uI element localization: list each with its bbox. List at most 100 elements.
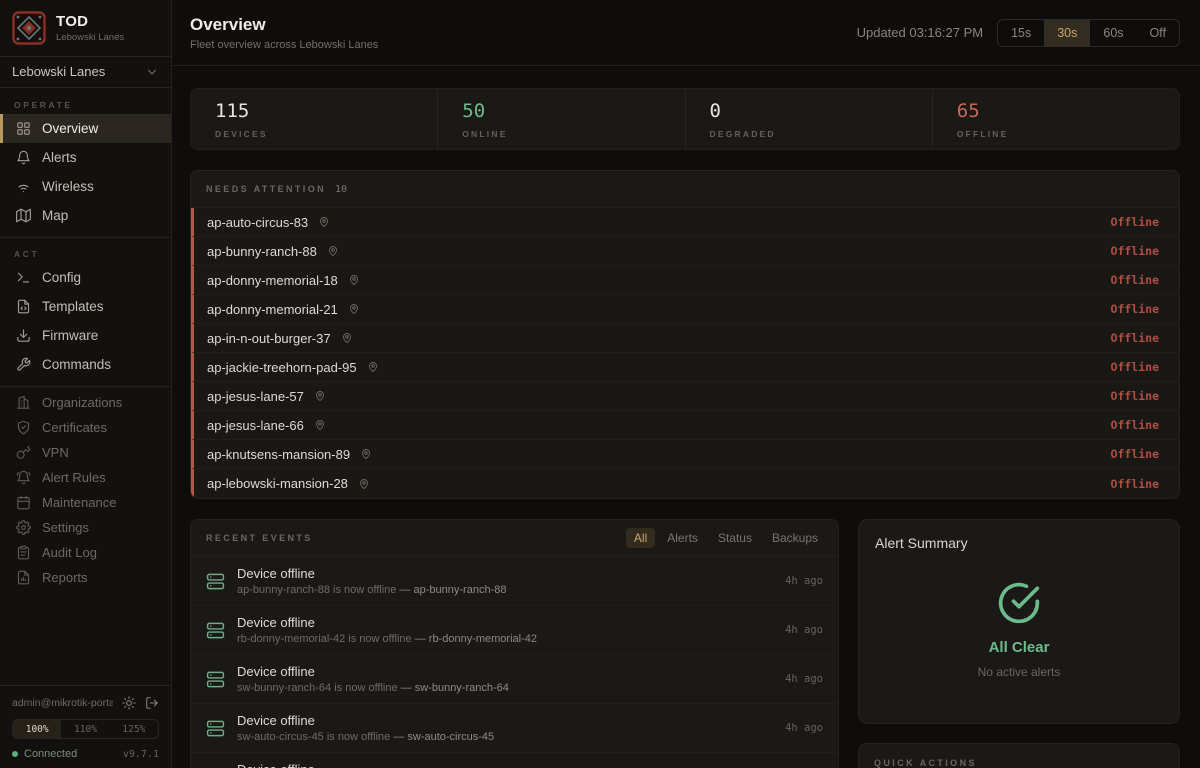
tab-all[interactable]: All bbox=[626, 528, 655, 548]
event-row[interactable]: Device offline rb-donny-memorial-42 is n… bbox=[191, 606, 838, 655]
app-org-subtitle: Lebowski Lanes bbox=[56, 32, 124, 43]
zoom-125-button[interactable]: 125% bbox=[110, 720, 158, 738]
map-pin-icon bbox=[348, 303, 360, 315]
map-pin-icon bbox=[314, 419, 326, 431]
calendar-icon bbox=[16, 495, 31, 510]
event-device: — rb-donny-memorial-42 bbox=[415, 633, 537, 645]
event-timestamp: 4h ago bbox=[785, 673, 823, 685]
stat-devices: 115 DEVICES bbox=[191, 89, 437, 149]
sun-icon[interactable] bbox=[122, 696, 136, 710]
refresh-30s-button[interactable]: 30s bbox=[1044, 20, 1090, 46]
stat-online: 50 ONLINE bbox=[437, 89, 684, 149]
status-badge: Offline bbox=[1111, 360, 1159, 374]
map-pin-icon bbox=[358, 478, 370, 490]
content-area: 115 DEVICES 50 ONLINE 0 DEGRADED 65 OFFL… bbox=[172, 66, 1200, 768]
event-device: — sw-auto-circus-45 bbox=[393, 731, 494, 743]
terminal-icon bbox=[16, 270, 31, 285]
logout-icon[interactable] bbox=[145, 696, 159, 710]
refresh-15s-button[interactable]: 15s bbox=[998, 20, 1044, 46]
sidebar-item-maintenance[interactable]: Maintenance bbox=[0, 490, 171, 515]
stat-devices-value: 115 bbox=[215, 100, 413, 122]
file-code-icon bbox=[16, 299, 31, 314]
sidebar-item-certificates[interactable]: Certificates bbox=[0, 415, 171, 440]
refresh-off-button[interactable]: Off bbox=[1137, 20, 1179, 46]
zoom-100-button[interactable]: 100% bbox=[13, 720, 61, 738]
status-badge: Offline bbox=[1111, 477, 1159, 491]
bottom-grid: RECENT EVENTS All Alerts Status Backups bbox=[190, 519, 1180, 768]
attention-row[interactable]: ap-knutsens-mansion-89 Offline bbox=[191, 440, 1179, 469]
sidebar-item-audit-log[interactable]: Audit Log bbox=[0, 540, 171, 565]
attention-row[interactable]: ap-jesus-lane-66 Offline bbox=[191, 411, 1179, 440]
page-subtitle: Fleet overview across Lebowski Lanes bbox=[190, 39, 378, 51]
device-name: ap-donny-memorial-18 bbox=[207, 273, 338, 288]
recent-events-panel: RECENT EVENTS All Alerts Status Backups bbox=[190, 519, 839, 768]
event-timestamp: 4h ago bbox=[785, 722, 823, 734]
refresh-60s-button[interactable]: 60s bbox=[1090, 20, 1136, 46]
status-badge: Offline bbox=[1111, 389, 1159, 403]
attention-row[interactable]: ap-donny-memorial-21 Offline bbox=[191, 295, 1179, 324]
sidebar-item-label: Overview bbox=[42, 121, 98, 136]
event-title: Device offline bbox=[237, 664, 773, 679]
divider bbox=[0, 386, 171, 387]
tab-status[interactable]: Status bbox=[710, 528, 760, 548]
app-name: TOD bbox=[56, 13, 124, 30]
sidebar: TOD Lebowski Lanes Lebowski Lanes OPERAT… bbox=[0, 0, 172, 768]
stat-online-value: 50 bbox=[462, 100, 660, 122]
attention-row[interactable]: ap-lebowski-mansion-28 Offline bbox=[191, 469, 1179, 498]
key-icon bbox=[16, 445, 31, 460]
device-name: ap-in-n-out-burger-37 bbox=[207, 331, 331, 346]
stat-devices-label: DEVICES bbox=[215, 129, 413, 139]
attention-row[interactable]: ap-donny-memorial-18 Offline bbox=[191, 266, 1179, 295]
stat-degraded: 0 DEGRADED bbox=[685, 89, 932, 149]
org-selector-label: Lebowski Lanes bbox=[12, 64, 105, 79]
sidebar-item-commands[interactable]: Commands bbox=[0, 350, 171, 379]
download-icon bbox=[16, 328, 31, 343]
map-pin-icon bbox=[318, 216, 330, 228]
attention-row[interactable]: ap-bunny-ranch-88 Offline bbox=[191, 237, 1179, 266]
sidebar-item-config[interactable]: Config bbox=[0, 263, 171, 292]
sidebar-item-organizations[interactable]: Organizations bbox=[0, 390, 171, 415]
device-name: ap-auto-circus-83 bbox=[207, 215, 308, 230]
event-timestamp: 4h ago bbox=[785, 624, 823, 636]
sidebar-item-firmware[interactable]: Firmware bbox=[0, 321, 171, 350]
tab-backups[interactable]: Backups bbox=[764, 528, 826, 548]
sidebar-item-alerts[interactable]: Alerts bbox=[0, 143, 171, 172]
sidebar-item-alert-rules[interactable]: Alert Rules bbox=[0, 465, 171, 490]
event-row[interactable]: Device offline cpe-in-n-out-burger-1 is … bbox=[191, 753, 838, 768]
bell-ring-icon bbox=[16, 470, 31, 485]
stat-degraded-value: 0 bbox=[710, 100, 908, 122]
updated-timestamp: Updated 03:16:27 PM bbox=[857, 25, 983, 40]
divider bbox=[0, 237, 171, 238]
sidebar-item-templates[interactable]: Templates bbox=[0, 292, 171, 321]
tab-alerts[interactable]: Alerts bbox=[659, 528, 706, 548]
event-row[interactable]: Device offline sw-bunny-ranch-64 is now … bbox=[191, 655, 838, 704]
status-badge: Offline bbox=[1111, 244, 1159, 258]
attention-row[interactable]: ap-in-n-out-burger-37 Offline bbox=[191, 324, 1179, 353]
sidebar-item-label: Audit Log bbox=[42, 545, 97, 560]
sidebar-item-vpn[interactable]: VPN bbox=[0, 440, 171, 465]
sidebar-item-label: Alert Rules bbox=[42, 470, 106, 485]
zoom-110-button[interactable]: 110% bbox=[61, 720, 109, 738]
attention-row[interactable]: ap-jesus-lane-57 Offline bbox=[191, 382, 1179, 411]
wrench-icon bbox=[16, 357, 31, 372]
sidebar-item-reports[interactable]: Reports bbox=[0, 565, 171, 590]
sidebar-item-map[interactable]: Map bbox=[0, 201, 171, 230]
sidebar-item-wireless[interactable]: Wireless bbox=[0, 172, 171, 201]
sidebar-item-settings[interactable]: Settings bbox=[0, 515, 171, 540]
stat-degraded-label: DEGRADED bbox=[710, 129, 908, 139]
sidebar-item-overview[interactable]: Overview bbox=[0, 114, 171, 143]
attention-row[interactable]: ap-auto-circus-83 Offline bbox=[191, 208, 1179, 237]
event-title: Device offline bbox=[237, 713, 773, 728]
server-icon bbox=[206, 572, 225, 591]
event-row[interactable]: Device offline sw-auto-circus-45 is now … bbox=[191, 704, 838, 753]
org-selector[interactable]: Lebowski Lanes bbox=[0, 57, 171, 88]
event-timestamp: 4h ago bbox=[785, 575, 823, 587]
needs-attention-count: 10 bbox=[335, 184, 347, 195]
device-name: ap-jesus-lane-66 bbox=[207, 418, 304, 433]
device-name: ap-jackie-treehorn-pad-95 bbox=[207, 360, 357, 375]
attention-row[interactable]: ap-jackie-treehorn-pad-95 Offline bbox=[191, 353, 1179, 382]
event-row[interactable]: Device offline ap-bunny-ranch-88 is now … bbox=[191, 557, 838, 606]
event-list: Device offline ap-bunny-ranch-88 is now … bbox=[191, 557, 838, 768]
map-pin-icon bbox=[367, 361, 379, 373]
device-name: ap-knutsens-mansion-89 bbox=[207, 447, 350, 462]
